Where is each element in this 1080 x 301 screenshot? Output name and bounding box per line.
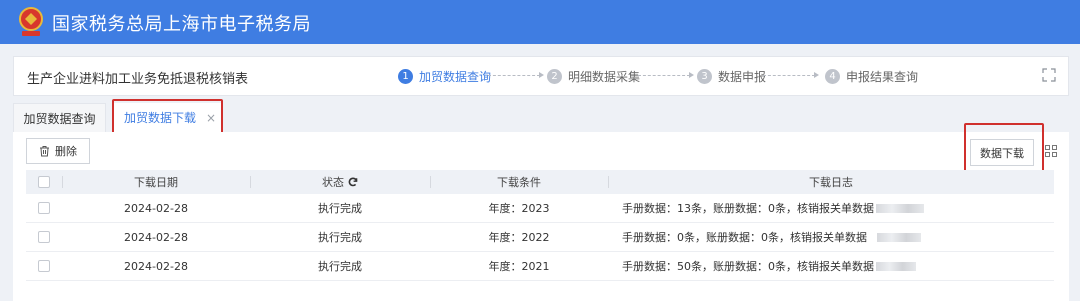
cell-condition: 年度：2021 (488, 260, 550, 273)
step-arrow (638, 72, 694, 78)
step-1[interactable]: 1 加贸数据查询 (398, 68, 491, 85)
site-title: 国家税务总局上海市电子税务局 (52, 14, 311, 35)
cell-date: 2024-02-28 (124, 259, 188, 273)
step-number: 1 (398, 69, 413, 84)
tab-label: 加贸数据查询 (23, 111, 96, 126)
cell-log: 手册数据：13条，账册数据：0条，核销报关单数据 (608, 194, 1054, 222)
col-header-date: 下载日期 (62, 170, 250, 194)
top-header: 国家税务总局上海市电子税务局 (0, 0, 1080, 44)
cell-status: 执行完成 (318, 260, 362, 273)
delete-label: 删除 (55, 145, 77, 158)
step-label: 数据申报 (718, 70, 767, 84)
delete-button[interactable]: 删除 (26, 138, 90, 164)
select-all-cell (26, 170, 62, 194)
step-number: 3 (697, 69, 712, 84)
cell-status: 执行完成 (318, 202, 362, 215)
step-arrow (488, 72, 544, 78)
row-select-cell (26, 252, 62, 280)
row-select-cell (26, 194, 62, 222)
step-label: 加贸数据查询 (419, 70, 492, 84)
cell-date: 2024-02-28 (124, 201, 188, 215)
cell-condition: 年度：2023 (488, 202, 550, 215)
main-panel: 删除 数据下载 下载日期 状态 下载条件 下载日志 2024-02-28 执行完… (13, 123, 1069, 301)
row-checkbox[interactable] (38, 231, 50, 243)
row-checkbox[interactable] (38, 260, 50, 272)
form-title: 生产企业进料加工业务免抵退税核销表 (27, 72, 249, 87)
steps-card: 生产企业进料加工业务免抵退税核销表 1 加贸数据查询 2 明细数据采集 3 数据… (13, 56, 1069, 96)
fullscreen-icon[interactable] (1042, 68, 1056, 82)
trash-icon (40, 146, 49, 157)
download-table: 下载日期 状态 下载条件 下载日志 2024-02-28 执行完成 年度：202… (26, 170, 1054, 281)
row-checkbox[interactable] (38, 202, 50, 214)
step-label: 明细数据采集 (568, 70, 641, 84)
tab-trade-data-query[interactable]: 加贸数据查询 (13, 103, 106, 132)
cell-log: 手册数据：0条，账册数据：0条，核销报关单数据 (608, 223, 1054, 251)
table-row: 2024-02-28 执行完成 年度：2021 手册数据：50条，账册数据：0条… (26, 252, 1054, 281)
select-all-checkbox[interactable] (38, 176, 50, 188)
cell-condition: 年度：2022 (488, 231, 550, 244)
column-settings-icon[interactable] (1045, 145, 1057, 157)
table-header: 下载日期 状态 下载条件 下载日志 (26, 170, 1054, 194)
highlight-box (964, 123, 1044, 177)
col-header-log: 下载日志 (608, 170, 1054, 194)
cell-date: 2024-02-28 (124, 230, 188, 244)
cell-status: 执行完成 (318, 231, 362, 244)
col-header-status: 状态 (250, 170, 430, 194)
step-label: 申报结果查询 (846, 70, 919, 84)
col-header-status-label: 状态 (322, 176, 344, 189)
redacted-blur (876, 261, 916, 271)
step-2[interactable]: 2 明细数据采集 (547, 68, 640, 85)
refresh-icon[interactable] (348, 177, 358, 187)
step-number: 2 (547, 69, 562, 84)
log-text: 手册数据：50条，账册数据：0条，核销报关单数据 (622, 260, 874, 273)
cell-log: 手册数据：50条，账册数据：0条，核销报关单数据 (608, 252, 1054, 280)
col-header-condition: 下载条件 (430, 170, 608, 194)
table-row: 2024-02-28 执行完成 年度：2022 手册数据：0条，账册数据：0条，… (26, 223, 1054, 252)
log-text: 手册数据：13条，账册数据：0条，核销报关单数据 (622, 202, 874, 215)
step-4[interactable]: 4 申报结果查询 (825, 68, 918, 85)
row-select-cell (26, 223, 62, 251)
step-number: 4 (825, 69, 840, 84)
redacted-blur (877, 232, 921, 242)
log-text: 手册数据：0条，账册数据：0条，核销报关单数据 (622, 231, 867, 244)
tax-bureau-emblem-icon (19, 7, 43, 36)
step-arrow (763, 72, 819, 78)
step-3[interactable]: 3 数据申报 (697, 68, 766, 85)
redacted-blur (876, 203, 924, 213)
table-row: 2024-02-28 执行完成 年度：2023 手册数据：13条，账册数据：0条… (26, 194, 1054, 223)
